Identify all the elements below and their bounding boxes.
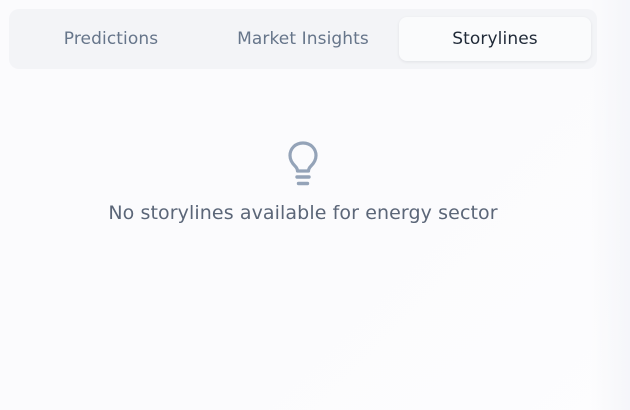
tab-storylines[interactable]: Storylines — [399, 17, 591, 61]
lightbulb-icon — [288, 141, 318, 186]
empty-state-message: No storylines available for energy secto… — [108, 202, 498, 224]
storylines-panel: Predictions Market Insights Storylines N… — [0, 0, 630, 410]
tab-bar: Predictions Market Insights Storylines — [9, 9, 597, 69]
tab-predictions[interactable]: Predictions — [15, 17, 207, 61]
tab-market-insights[interactable]: Market Insights — [207, 17, 399, 61]
empty-state: No storylines available for energy secto… — [0, 140, 606, 224]
